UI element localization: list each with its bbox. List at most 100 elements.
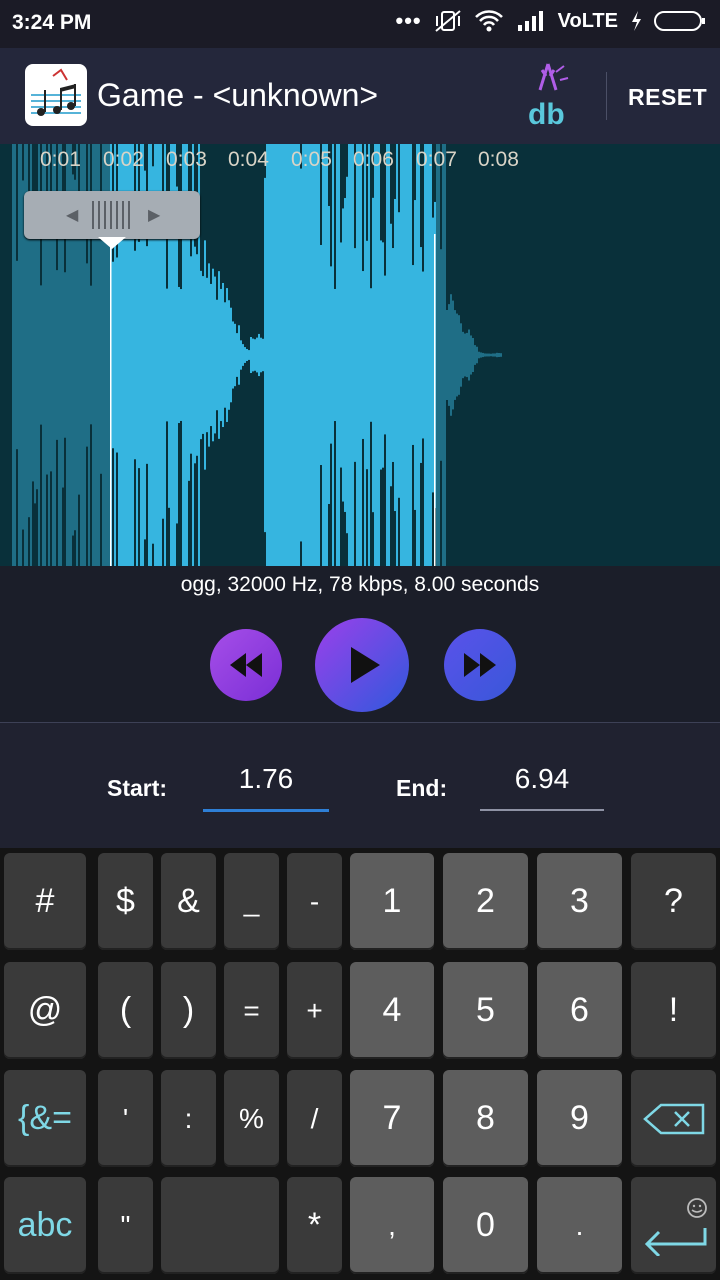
time-tick-label: 0:02 [103, 148, 144, 171]
time-tick-label: 0:07 [416, 148, 457, 171]
key-label: # [35, 882, 55, 920]
key-label: 3 [570, 882, 589, 920]
key-3[interactable]: 3 [537, 853, 622, 950]
play-button[interactable] [315, 618, 409, 712]
key-label: abc [17, 1206, 73, 1244]
key-label: = [243, 994, 260, 1026]
key-label: ( [119, 991, 132, 1029]
charging-icon [632, 11, 641, 31]
wifi-icon [474, 10, 503, 32]
key-label: : [184, 1102, 193, 1134]
drag-grip-icon [92, 201, 132, 229]
key-at[interactable]: @ [4, 962, 86, 1059]
status-time: 3:24 PM [12, 11, 92, 34]
key-minus[interactable]: - [287, 853, 342, 950]
start-label: Start: [107, 775, 168, 801]
key-label: & [177, 882, 200, 920]
rewind-icon [230, 653, 262, 677]
key-7[interactable]: 7 [350, 1070, 434, 1167]
key-label: $ [116, 882, 135, 920]
key-label: - [309, 885, 320, 917]
start-marker-handle[interactable]: ◀ ▶ [24, 191, 200, 249]
time-tick-label: 0:05 [291, 148, 332, 171]
key-label: _ [243, 885, 260, 917]
space-key[interactable] [161, 1177, 279, 1274]
key-question[interactable]: ? [631, 853, 716, 950]
rewind-button[interactable] [210, 629, 282, 701]
key-5[interactable]: 5 [443, 962, 528, 1059]
backspace-key[interactable] [631, 1070, 716, 1167]
key-2[interactable]: 2 [443, 853, 528, 950]
waveform-view[interactable]: 0:01 0:02 0:03 0:04 0:05 0:06 0:07 0:08 ◀ ▶ [0, 144, 720, 566]
key-label: . [575, 1209, 584, 1241]
key-exclaim[interactable]: ! [631, 962, 716, 1059]
key-0[interactable]: 0 [443, 1177, 528, 1274]
time-tick-label: 0:06 [353, 148, 394, 171]
more-dots-icon: ••• [395, 8, 422, 33]
numeric-keyboard: # $ & _ - 1 2 3? @ () = +4 5 6! {&= ':% / 7 8 9 abc " *, 0. [0, 848, 720, 1280]
key-label: 9 [570, 1099, 589, 1137]
time-tick-label: 0:01 [40, 148, 81, 171]
key-label: 4 [382, 991, 402, 1029]
backspace-icon [642, 1103, 704, 1134]
start-field[interactable]: 1.76 [203, 763, 329, 812]
key-paren-left[interactable]: ( [98, 962, 153, 1059]
db-volume-icon[interactable]: db [520, 60, 576, 132]
key-label: % [239, 1102, 264, 1134]
marker-pointer [98, 237, 126, 249]
key-label: ) [182, 991, 195, 1029]
key-period[interactable]: . [537, 1177, 622, 1274]
signal-icon [517, 11, 543, 31]
key-label: + [306, 994, 323, 1026]
key-label: @ [27, 991, 63, 1029]
status-bar: 3:24 PM ••• VoLTE [0, 0, 720, 48]
key-slash[interactable]: / [287, 1070, 342, 1167]
key-label: ! [668, 991, 679, 1029]
network-label: VoLTE [557, 9, 618, 32]
key-9[interactable]: 9 [537, 1070, 622, 1167]
key-equals[interactable]: = [224, 962, 279, 1059]
play-icon [351, 647, 380, 683]
key-percent[interactable]: % [224, 1070, 279, 1167]
key-underscore[interactable]: _ [224, 853, 279, 950]
key-asterisk[interactable]: * [287, 1177, 342, 1274]
key-colon[interactable]: : [161, 1070, 216, 1167]
key-paren-right[interactable]: ) [161, 962, 216, 1059]
time-tick-label: 0:03 [166, 148, 207, 171]
end-field[interactable]: 6.94 [480, 763, 604, 811]
key-quote[interactable]: " [98, 1177, 153, 1274]
key-apostrophe[interactable]: ' [98, 1070, 153, 1167]
key-comma[interactable]: , [350, 1177, 434, 1274]
key-label: 5 [476, 991, 495, 1029]
key-dollar[interactable]: $ [98, 853, 153, 950]
playback-controls [0, 602, 720, 722]
key-label: 0 [476, 1206, 495, 1244]
enter-key[interactable] [631, 1177, 716, 1274]
key-label: ' [122, 1102, 129, 1134]
app-bar: Game - <unknown> db RESET [0, 48, 720, 144]
battery-icon [654, 11, 705, 31]
key-hash[interactable]: # [4, 853, 86, 950]
svg-text:db: db [528, 98, 565, 131]
trim-fields: Start: 1.76 End: 6.94 [0, 723, 720, 848]
fast-forward-button[interactable] [444, 629, 516, 701]
key-ampersand[interactable]: & [161, 853, 216, 950]
chevron-left-icon: ◀ [66, 207, 79, 224]
fast-forward-icon [464, 653, 496, 677]
key-8[interactable]: 8 [443, 1070, 528, 1167]
key-6[interactable]: 6 [537, 962, 622, 1059]
page-title: Game - <unknown> [97, 77, 379, 113]
key-plus[interactable]: + [287, 962, 342, 1059]
enter-icon [644, 1197, 707, 1256]
key-abc-toggle[interactable]: abc [4, 1177, 86, 1274]
key-label: / [310, 1102, 319, 1134]
key-1[interactable]: 1 [350, 853, 434, 950]
key-label: 2 [476, 882, 495, 920]
key-4[interactable]: 4 [350, 962, 434, 1059]
reset-button[interactable]: RESET [628, 84, 707, 111]
vibrate-icon [434, 10, 461, 32]
key-label: 6 [570, 991, 589, 1029]
key-symbols-toggle[interactable]: {&= [4, 1070, 86, 1167]
chevron-right-icon: ▶ [148, 207, 161, 224]
time-tick-label: 0:04 [228, 148, 269, 171]
